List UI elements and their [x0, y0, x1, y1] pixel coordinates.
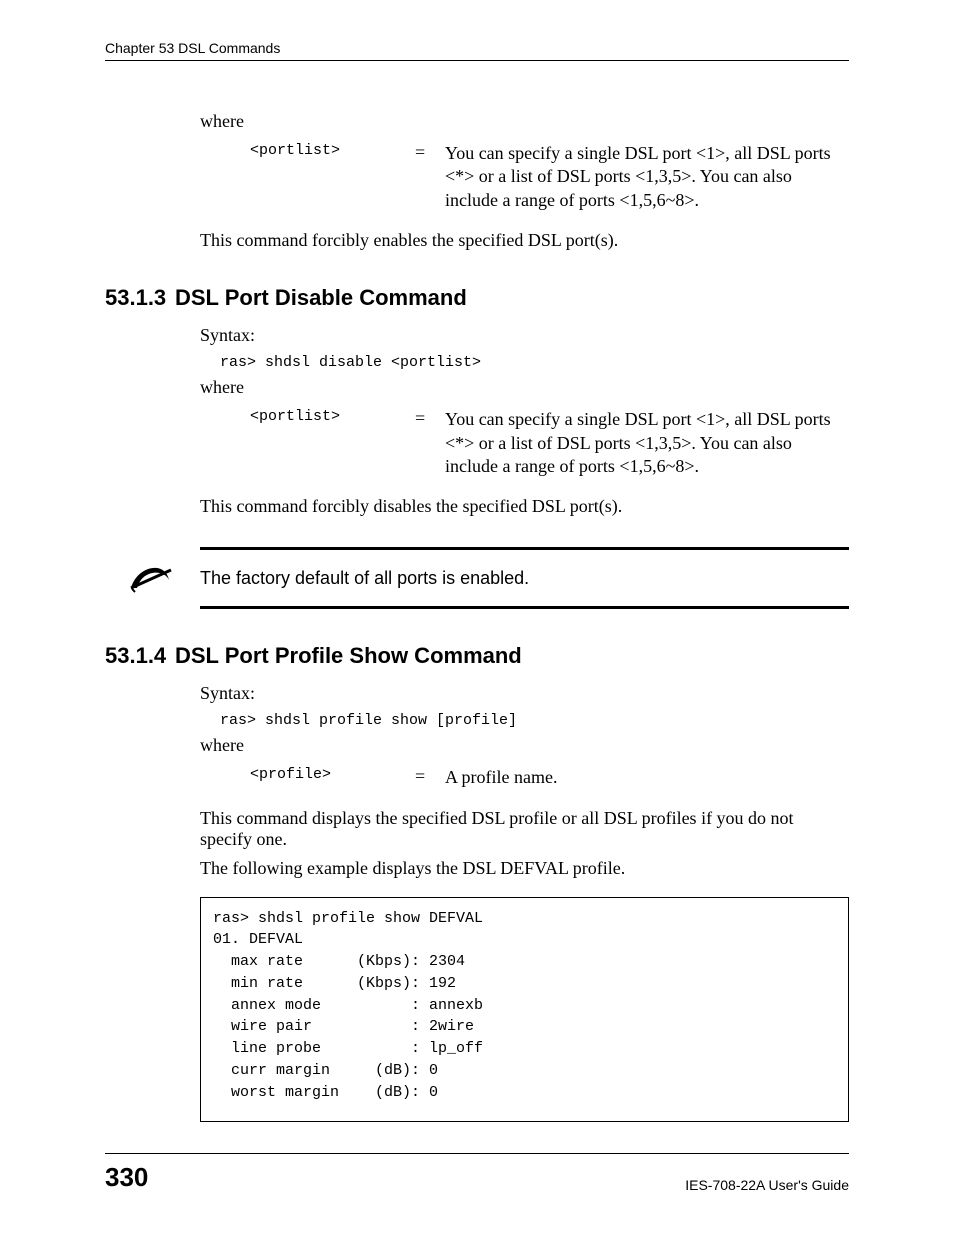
note-top-rule	[200, 547, 849, 550]
profile-conclusion-1: This command displays the specified DSL …	[200, 808, 849, 850]
syntax-label: Syntax:	[200, 683, 849, 704]
param-row-enable: <portlist> = You can specify a single DS…	[250, 142, 849, 212]
disable-conclusion: This command forcibly disables the speci…	[200, 496, 849, 517]
page-number: 330	[105, 1162, 148, 1193]
section-number: 53.1.4	[105, 643, 175, 669]
terminal-output: ras> shdsl profile show DEFVAL 01. DEFVA…	[200, 897, 849, 1123]
param-eq: =	[415, 408, 445, 478]
section-heading-disable: 53.1.3DSL Port Disable Command	[105, 285, 849, 311]
header-rule	[105, 60, 849, 61]
where-label: where	[200, 111, 849, 132]
param-desc: You can specify a single DSL port <1>, a…	[445, 142, 849, 212]
guide-name: IES-708-22A User's Guide	[685, 1177, 849, 1193]
syntax-label: Syntax:	[200, 325, 849, 346]
page: Chapter 53 DSL Commands where <portlist>…	[0, 0, 954, 1235]
param-name: <portlist>	[250, 408, 415, 478]
note-text: The factory default of all ports is enab…	[200, 568, 529, 589]
note-block: The factory default of all ports is enab…	[105, 547, 849, 609]
param-name: <profile>	[250, 766, 415, 789]
syntax-command: ras> shdsl profile show [profile]	[220, 712, 849, 729]
running-header: Chapter 53 DSL Commands	[105, 40, 849, 60]
syntax-command: ras> shdsl disable <portlist>	[220, 354, 849, 371]
note-row: The factory default of all ports is enab…	[125, 558, 849, 598]
param-name: <portlist>	[250, 142, 415, 212]
enable-conclusion: This command forcibly enables the specif…	[200, 230, 849, 251]
section-number: 53.1.3	[105, 285, 175, 311]
param-eq: =	[415, 142, 445, 212]
section-title: DSL Port Disable Command	[175, 285, 467, 310]
param-row-disable: <portlist> = You can specify a single DS…	[250, 408, 849, 478]
param-row-profile: <profile> = A profile name.	[250, 766, 849, 789]
param-desc: A profile name.	[445, 766, 849, 789]
param-desc: You can specify a single DSL port <1>, a…	[445, 408, 849, 478]
profile-conclusion-2: The following example displays the DSL D…	[200, 858, 849, 879]
footer: 330 IES-708-22A User's Guide	[105, 1153, 849, 1193]
where-label: where	[200, 735, 849, 756]
section-heading-profile: 53.1.4DSL Port Profile Show Command	[105, 643, 849, 669]
param-eq: =	[415, 766, 445, 789]
section-title: DSL Port Profile Show Command	[175, 643, 522, 668]
note-icon	[125, 558, 180, 598]
where-label: where	[200, 377, 849, 398]
note-bottom-rule	[200, 606, 849, 609]
